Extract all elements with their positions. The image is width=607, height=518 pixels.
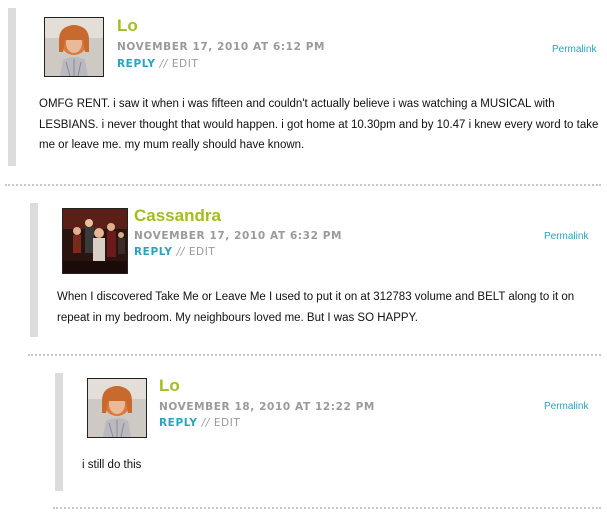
comment-body: OMFG RENT. i saw it when i was fifteen a…: [39, 98, 599, 151]
avatar-image: [63, 209, 127, 273]
comment-date: NOVEMBER 17, 2010 AT 6:32 PM: [134, 230, 343, 242]
permalink-link[interactable]: Permalink: [544, 401, 588, 413]
reply-button[interactable]: REPLY: [134, 246, 173, 258]
avatar[interactable]: [62, 208, 128, 274]
comment-date: NOVEMBER 17, 2010 AT 6:12 PM: [117, 41, 326, 53]
comment-author[interactable]: Lo: [159, 376, 180, 396]
reply-button[interactable]: REPLY: [159, 417, 198, 429]
comment-body: i still do this: [82, 459, 142, 471]
comment-1: Lo NOVEMBER 17, 2010 AT 6:12 PM REPLY //…: [8, 8, 600, 166]
permalink-link[interactable]: Permalink: [552, 44, 596, 56]
avatar-image: [88, 379, 146, 437]
comment-body: When I discovered Take Me or Leave Me I …: [57, 291, 575, 324]
comment-divider: [53, 507, 601, 509]
edit-button[interactable]: EDIT: [172, 58, 199, 70]
edit-button[interactable]: EDIT: [189, 246, 216, 258]
reply-button[interactable]: REPLY: [117, 58, 156, 70]
comment-divider: [5, 184, 601, 186]
avatar[interactable]: [44, 17, 104, 77]
comment-author[interactable]: Cassandra: [134, 206, 221, 226]
action-separator: //: [159, 58, 168, 70]
comment-divider: [28, 354, 601, 356]
comment-actions: REPLY // EDIT: [159, 416, 240, 430]
comment-3: Lo NOVEMBER 18, 2010 AT 12:22 PM REPLY /…: [55, 373, 600, 491]
avatar-image: [45, 18, 103, 76]
edit-button[interactable]: EDIT: [214, 417, 241, 429]
action-separator: //: [201, 417, 210, 429]
action-separator: //: [176, 246, 185, 258]
comment-actions: REPLY // EDIT: [134, 245, 215, 259]
comment-author[interactable]: Lo: [117, 16, 138, 36]
permalink-link[interactable]: Permalink: [544, 231, 588, 243]
comment-actions: REPLY // EDIT: [117, 57, 198, 71]
avatar[interactable]: [87, 378, 147, 438]
comment-date: NOVEMBER 18, 2010 AT 12:22 PM: [159, 401, 375, 413]
comment-thread: Lo NOVEMBER 17, 2010 AT 6:12 PM REPLY //…: [0, 0, 607, 518]
comment-2: Cassandra NOVEMBER 17, 2010 AT 6:32 PM R…: [30, 203, 600, 337]
